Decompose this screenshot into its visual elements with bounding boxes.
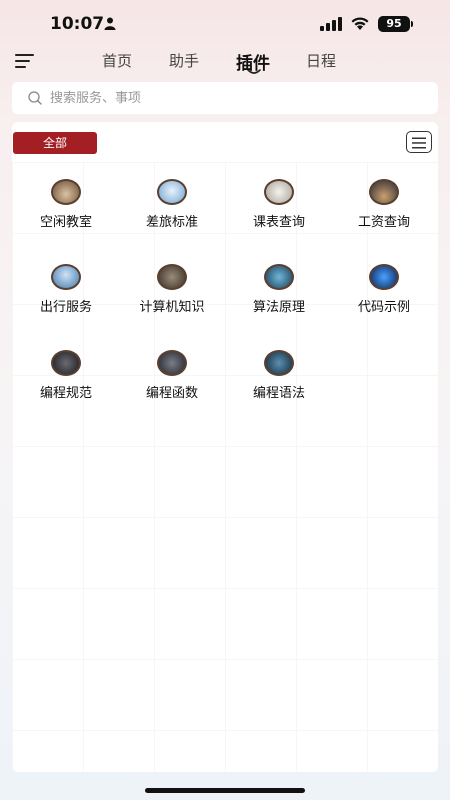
tab-assistant[interactable]: 助手 (169, 50, 199, 71)
plugin-label: 编程语法 (252, 386, 305, 401)
search-input[interactable] (50, 82, 420, 114)
battery-tip (411, 21, 413, 27)
battery-indicator: 95 (378, 16, 410, 32)
all-filter-button[interactable]: 全部 (13, 132, 97, 154)
plugin-item-timetable[interactable]: 课表查询 (229, 179, 329, 249)
airplane-icon (157, 179, 187, 205)
classroom-icon (51, 179, 81, 205)
plugin-item-free-classroom[interactable]: 空闲教室 (16, 179, 116, 249)
wifi-icon (351, 17, 369, 30)
plugin-label: 编程函数 (145, 386, 198, 401)
plugin-label: 空闲教室 (39, 215, 92, 230)
computer-icon (157, 264, 187, 290)
coding-standard-icon (51, 350, 81, 376)
search-icon (28, 91, 42, 105)
tab-schedule[interactable]: 日程 (306, 50, 336, 71)
top-tabs: 首页 助手 插件 日程 (0, 48, 450, 78)
algorithm-icon (264, 264, 294, 290)
status-bar: 10:07 95 (0, 0, 450, 48)
status-time: 10:07 (50, 14, 105, 34)
plugin-item-salary[interactable]: 工资查询 (334, 179, 434, 249)
schedule-icon (264, 179, 294, 205)
function-icon (157, 350, 187, 376)
plugin-item-programming-functions[interactable]: 编程函数 (122, 350, 222, 420)
plugin-label: 工资查询 (357, 215, 410, 230)
signal-icon (320, 17, 342, 31)
syntax-icon (264, 350, 294, 376)
person-icon (104, 17, 116, 30)
list-view-toggle[interactable] (406, 131, 432, 153)
plugin-panel: 全部 空闲教室 差旅标准 课表查询 工资查询 出行服务 计算机知识 算法原理 代… (12, 122, 438, 772)
plugin-item-travel-service[interactable]: 出行服务 (16, 264, 116, 334)
plugin-label: 出行服务 (39, 300, 92, 315)
plugin-label: 差旅标准 (145, 215, 198, 230)
active-tab-indicator (247, 69, 261, 74)
list-icon (412, 137, 426, 149)
plugin-label: 课表查询 (252, 215, 305, 230)
search-bar[interactable] (12, 82, 438, 114)
panel-grid-background (12, 162, 438, 772)
plugin-label: 编程规范 (39, 386, 92, 401)
plugin-item-programming-syntax[interactable]: 编程语法 (229, 350, 329, 420)
plugin-item-algorithm[interactable]: 算法原理 (229, 264, 329, 334)
salary-icon (369, 179, 399, 205)
plugin-item-computer-knowledge[interactable]: 计算机知识 (122, 264, 222, 334)
plugin-item-travel-standard[interactable]: 差旅标准 (122, 179, 222, 249)
plugin-label: 计算机知识 (139, 300, 205, 315)
plugin-item-code-examples[interactable]: 代码示例 (334, 264, 434, 334)
travel-icon (51, 264, 81, 290)
home-indicator[interactable] (145, 788, 305, 793)
plugin-label: 代码示例 (357, 300, 410, 315)
plugin-item-coding-standards[interactable]: 编程规范 (16, 350, 116, 420)
plugin-label: 算法原理 (252, 300, 305, 315)
tab-home[interactable]: 首页 (102, 50, 132, 71)
code-icon (369, 264, 399, 290)
